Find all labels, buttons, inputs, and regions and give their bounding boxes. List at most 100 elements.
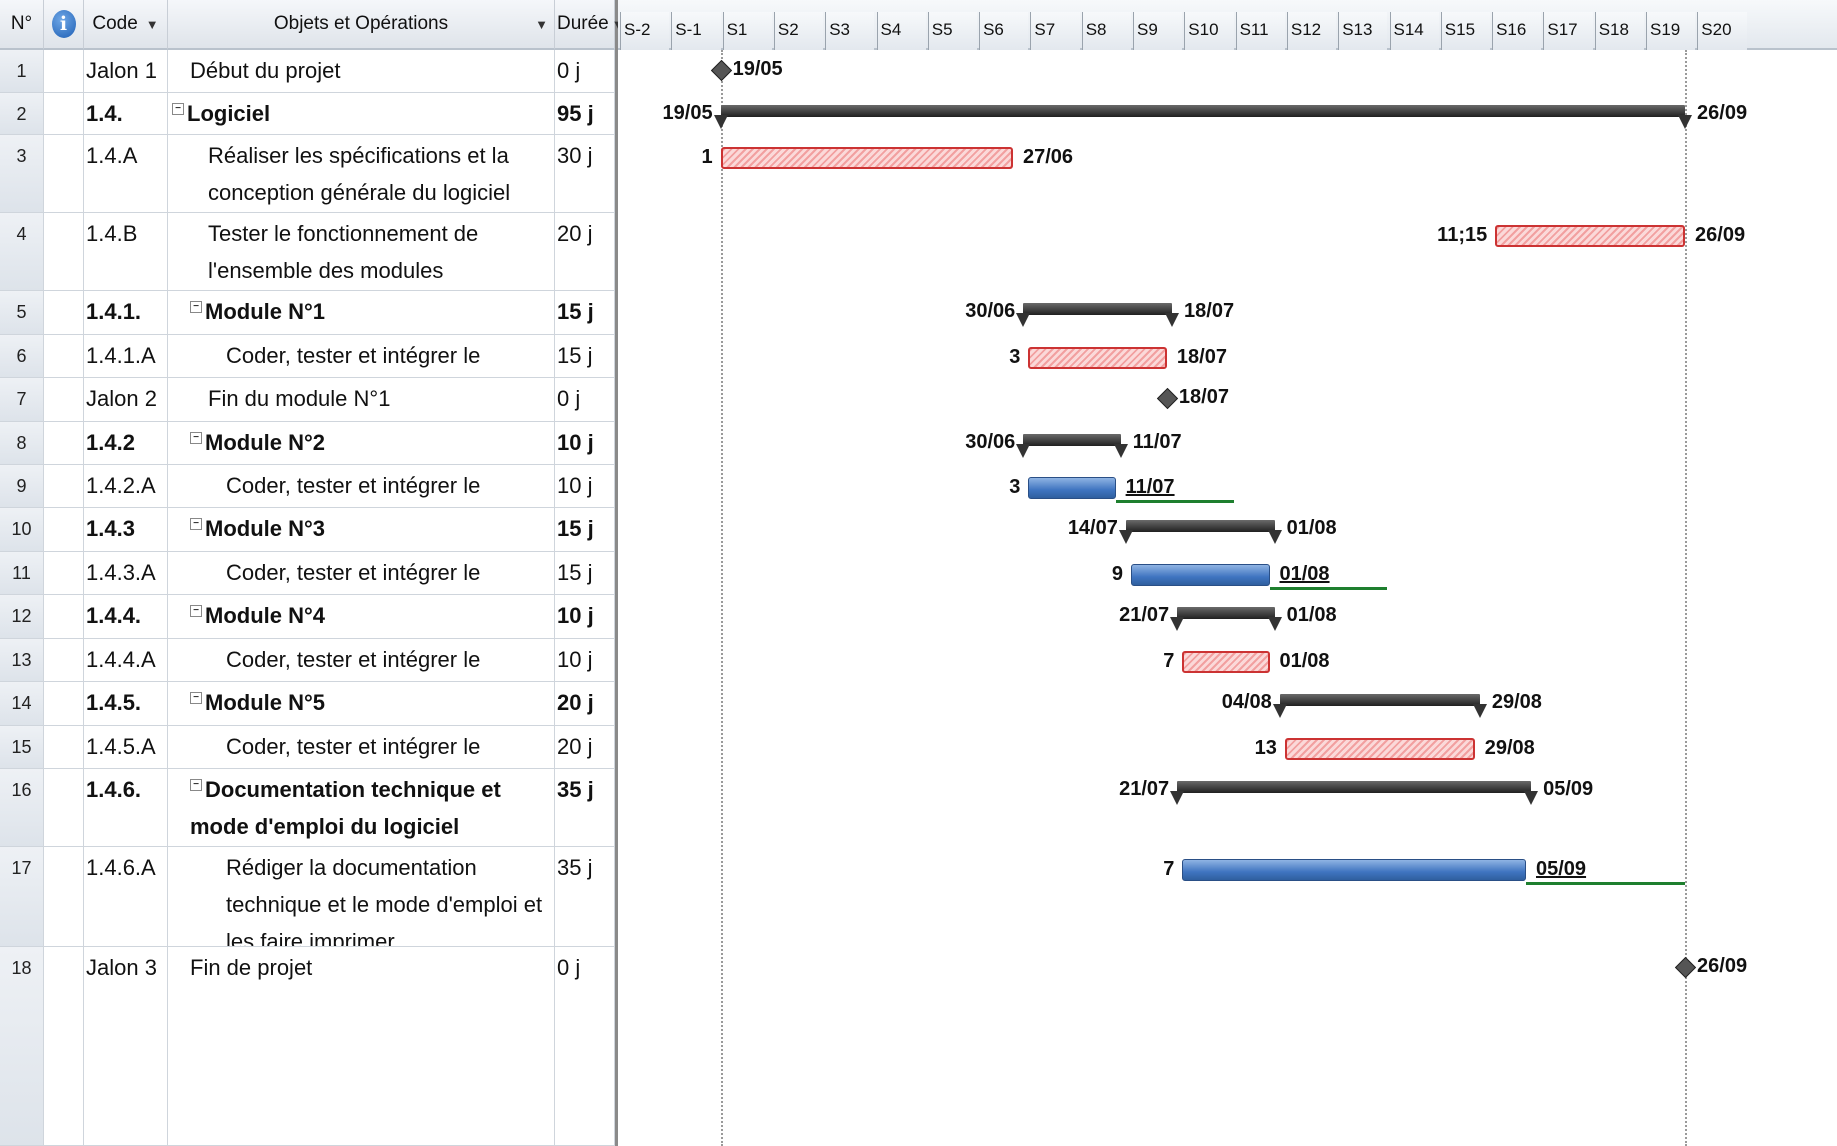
task-name-cell[interactable]: − Module N°5 bbox=[168, 682, 555, 725]
task-code[interactable]: 1.4.6.A bbox=[84, 847, 168, 946]
task-duration[interactable]: 10 j bbox=[555, 465, 615, 507]
row-number[interactable]: 9 bbox=[0, 465, 44, 507]
task-code[interactable]: 1.4.2.A bbox=[84, 465, 168, 507]
task-duration[interactable]: 15 j bbox=[555, 508, 615, 551]
row-number[interactable]: 1 bbox=[0, 50, 44, 92]
task-duration[interactable]: 0 j bbox=[555, 947, 615, 1145]
row-indicator[interactable] bbox=[44, 213, 84, 290]
task-row[interactable]: 18 Jalon 3 Fin de projet 0 j bbox=[0, 947, 615, 1146]
summary-bar[interactable] bbox=[1279, 694, 1480, 706]
row-number[interactable]: 4 bbox=[0, 213, 44, 290]
task-row[interactable]: 8 1.4.2− Module N°2 10 j bbox=[0, 422, 615, 465]
task-name-cell[interactable]: − Logiciel bbox=[168, 93, 555, 134]
row-number[interactable]: 5 bbox=[0, 291, 44, 334]
row-indicator[interactable] bbox=[44, 50, 84, 92]
row-indicator[interactable] bbox=[44, 335, 84, 377]
row-number[interactable]: 18 bbox=[0, 947, 44, 1145]
task-name-cell[interactable]: Coder, tester et intégrer le Module 3 bbox=[168, 552, 555, 594]
task-duration[interactable]: 0 j bbox=[555, 378, 615, 421]
row-number[interactable]: 10 bbox=[0, 508, 44, 551]
critical-task-bar[interactable] bbox=[720, 147, 1013, 169]
task-bar[interactable] bbox=[1028, 477, 1116, 499]
task-duration[interactable]: 10 j bbox=[555, 639, 615, 681]
task-duration[interactable]: 20 j bbox=[555, 213, 615, 290]
summary-bar[interactable] bbox=[720, 105, 1686, 117]
row-number[interactable]: 2 bbox=[0, 93, 44, 134]
task-duration[interactable]: 10 j bbox=[555, 595, 615, 638]
task-name-cell[interactable]: Fin du module N°1 bbox=[168, 378, 555, 421]
task-code[interactable]: Jalon 3 bbox=[84, 947, 168, 1145]
collapse-toggle-icon[interactable]: − bbox=[190, 692, 202, 704]
task-row[interactable]: 9 1.4.2.A Coder, tester et intégrer le Mod… bbox=[0, 465, 615, 508]
task-row[interactable]: 5 1.4.1. − Module N°1 15 j bbox=[0, 291, 615, 335]
row-indicator[interactable] bbox=[44, 135, 84, 212]
task-duration[interactable]: 95 j bbox=[555, 93, 615, 134]
collapse-toggle-icon[interactable]: − bbox=[190, 518, 202, 530]
row-indicator[interactable] bbox=[44, 847, 84, 946]
row-number[interactable]: 16 bbox=[0, 769, 44, 846]
task-name-cell[interactable]: − Module N°3 bbox=[168, 508, 555, 551]
task-duration[interactable]: 15 j bbox=[555, 335, 615, 377]
summary-bar[interactable] bbox=[1023, 434, 1121, 446]
row-indicator[interactable] bbox=[44, 422, 84, 464]
task-code[interactable]: 1.4.5. bbox=[84, 682, 168, 725]
task-code[interactable]: 1.4.6. bbox=[84, 769, 168, 846]
collapse-toggle-icon[interactable]: − bbox=[190, 301, 202, 313]
row-number[interactable]: 13 bbox=[0, 639, 44, 681]
task-row[interactable]: 16 1.4.6. − Documentation technique et mode… bbox=[0, 769, 615, 847]
task-row[interactable]: 10 1.4.3− Module N°3 15 j bbox=[0, 508, 615, 552]
row-number[interactable]: 3 bbox=[0, 135, 44, 212]
row-indicator[interactable] bbox=[44, 595, 84, 638]
critical-task-bar[interactable] bbox=[1284, 738, 1475, 760]
task-duration[interactable]: 20 j bbox=[555, 682, 615, 725]
task-row[interactable]: 14 1.4.5. − Module N°5 20 j bbox=[0, 682, 615, 726]
row-indicator[interactable] bbox=[44, 552, 84, 594]
task-row[interactable]: 1 Jalon 1 Début du projet 0 j bbox=[0, 50, 615, 93]
task-row[interactable]: 6 1.4.1.A Coder, tester et intégrer le Mod… bbox=[0, 335, 615, 378]
milestone-diamond[interactable] bbox=[1156, 387, 1179, 410]
milestone-diamond[interactable] bbox=[710, 59, 732, 82]
task-code[interactable]: 1.4.2 bbox=[84, 422, 168, 464]
critical-task-bar[interactable] bbox=[1028, 347, 1167, 369]
header-duration[interactable]: Durée▼ bbox=[555, 0, 625, 50]
task-code[interactable]: Jalon 1 bbox=[84, 50, 168, 92]
task-code[interactable]: 1.4.A bbox=[84, 135, 168, 212]
header-number[interactable]: N° bbox=[0, 0, 44, 50]
task-code[interactable]: Jalon 2 bbox=[84, 378, 168, 421]
task-name-cell[interactable]: Fin de projet bbox=[168, 947, 555, 1145]
task-duration[interactable]: 30 j bbox=[555, 135, 615, 212]
critical-task-bar[interactable] bbox=[1182, 651, 1270, 673]
task-duration[interactable]: 35 j bbox=[555, 769, 615, 846]
task-code[interactable]: 1.4.1.A bbox=[84, 335, 168, 377]
task-duration[interactable]: 20 j bbox=[555, 726, 615, 768]
collapse-toggle-icon[interactable]: − bbox=[190, 432, 202, 444]
task-code[interactable]: 1.4.5.A bbox=[84, 726, 168, 768]
collapse-toggle-icon[interactable]: − bbox=[172, 103, 184, 115]
task-bar[interactable] bbox=[1182, 859, 1526, 881]
row-indicator[interactable] bbox=[44, 682, 84, 725]
row-number[interactable]: 12 bbox=[0, 595, 44, 638]
task-bar[interactable] bbox=[1131, 564, 1270, 586]
milestone-diamond[interactable] bbox=[1674, 956, 1697, 979]
dropdown-arrow-icon[interactable]: ▼ bbox=[535, 17, 548, 32]
summary-bar[interactable] bbox=[1125, 520, 1275, 532]
task-name-cell[interactable]: Coder, tester et intégrer le Module 1 bbox=[168, 335, 555, 377]
task-row[interactable]: 7 Jalon 2 Fin du module N°1 0 j bbox=[0, 378, 615, 422]
row-indicator[interactable] bbox=[44, 726, 84, 768]
row-number[interactable]: 11 bbox=[0, 552, 44, 594]
task-name-cell[interactable]: − Module N°1 bbox=[168, 291, 555, 334]
task-name-cell[interactable]: − Module N°2 bbox=[168, 422, 555, 464]
task-duration[interactable]: 35 j bbox=[555, 847, 615, 946]
task-code[interactable]: 1.4.4. bbox=[84, 595, 168, 638]
task-row[interactable]: 15 1.4.5.A Coder, tester et intégrer le Mo… bbox=[0, 726, 615, 769]
task-name-cell[interactable]: Coder, tester et intégrer le Module 4 bbox=[168, 639, 555, 681]
task-row[interactable]: 13 1.4.4.A Coder, tester et intégrer le Mo… bbox=[0, 639, 615, 682]
task-row[interactable]: 11 1.4.3.A Coder, tester et intégrer le Mo… bbox=[0, 552, 615, 595]
task-code[interactable]: 1.4.3.A bbox=[84, 552, 168, 594]
task-name-cell[interactable]: − Module N°4 bbox=[168, 595, 555, 638]
task-row[interactable]: 2 1.4. − Logiciel 95 j bbox=[0, 93, 615, 135]
task-code[interactable]: 1.4.3 bbox=[84, 508, 168, 551]
row-indicator[interactable] bbox=[44, 291, 84, 334]
task-code[interactable]: 1.4.B bbox=[84, 213, 168, 290]
task-code[interactable]: 1.4.4.A bbox=[84, 639, 168, 681]
